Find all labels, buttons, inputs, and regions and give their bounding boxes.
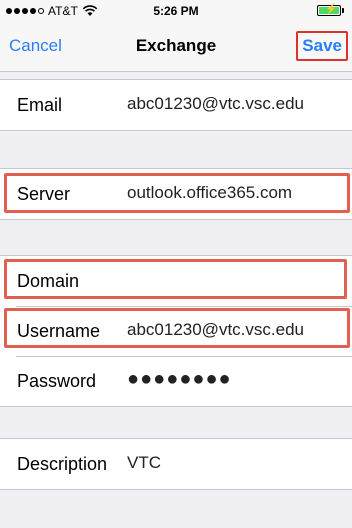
domain-row[interactable]: Domain: [0, 256, 352, 306]
password-row[interactable]: Password ●●●●●●●●: [0, 356, 352, 406]
server-label: Server: [17, 183, 71, 204]
email-group: Email abc01230@vtc.vsc.edu: [0, 79, 352, 131]
description-row[interactable]: Description VTC: [0, 439, 352, 489]
username-field[interactable]: abc01230@vtc.vsc.edu: [127, 320, 304, 340]
save-button[interactable]: Save: [296, 31, 348, 61]
email-label: Email: [17, 94, 63, 115]
credentials-group: Domain Username abc01230@vtc.vsc.edu Pas…: [0, 255, 352, 407]
server-row[interactable]: Server outlook.office365.com: [0, 169, 352, 219]
email-field[interactable]: abc01230@vtc.vsc.edu: [127, 94, 304, 114]
password-field[interactable]: ●●●●●●●●: [127, 368, 232, 391]
battery-tip: [342, 8, 344, 13]
username-row[interactable]: Username abc01230@vtc.vsc.edu: [0, 306, 352, 356]
battery-icon: ⚡: [317, 4, 344, 16]
status-bar: AT&T 5:26 PM ⚡: [0, 0, 352, 22]
status-time: 5:26 PM: [153, 4, 199, 18]
server-group: Server outlook.office365.com: [0, 168, 352, 220]
username-label: Username: [17, 320, 101, 341]
battery-body: ⚡: [317, 4, 341, 16]
description-field[interactable]: VTC: [127, 453, 161, 473]
description-label: Description: [17, 453, 108, 474]
navigation-bar: Cancel Exchange Save: [0, 22, 352, 72]
charging-bolt-icon: ⚡: [325, 4, 338, 15]
email-row[interactable]: Email abc01230@vtc.vsc.edu: [0, 80, 352, 130]
description-group: Description VTC: [0, 438, 352, 490]
domain-label: Domain: [17, 270, 80, 291]
server-field[interactable]: outlook.office365.com: [127, 183, 292, 203]
password-label: Password: [17, 370, 97, 391]
